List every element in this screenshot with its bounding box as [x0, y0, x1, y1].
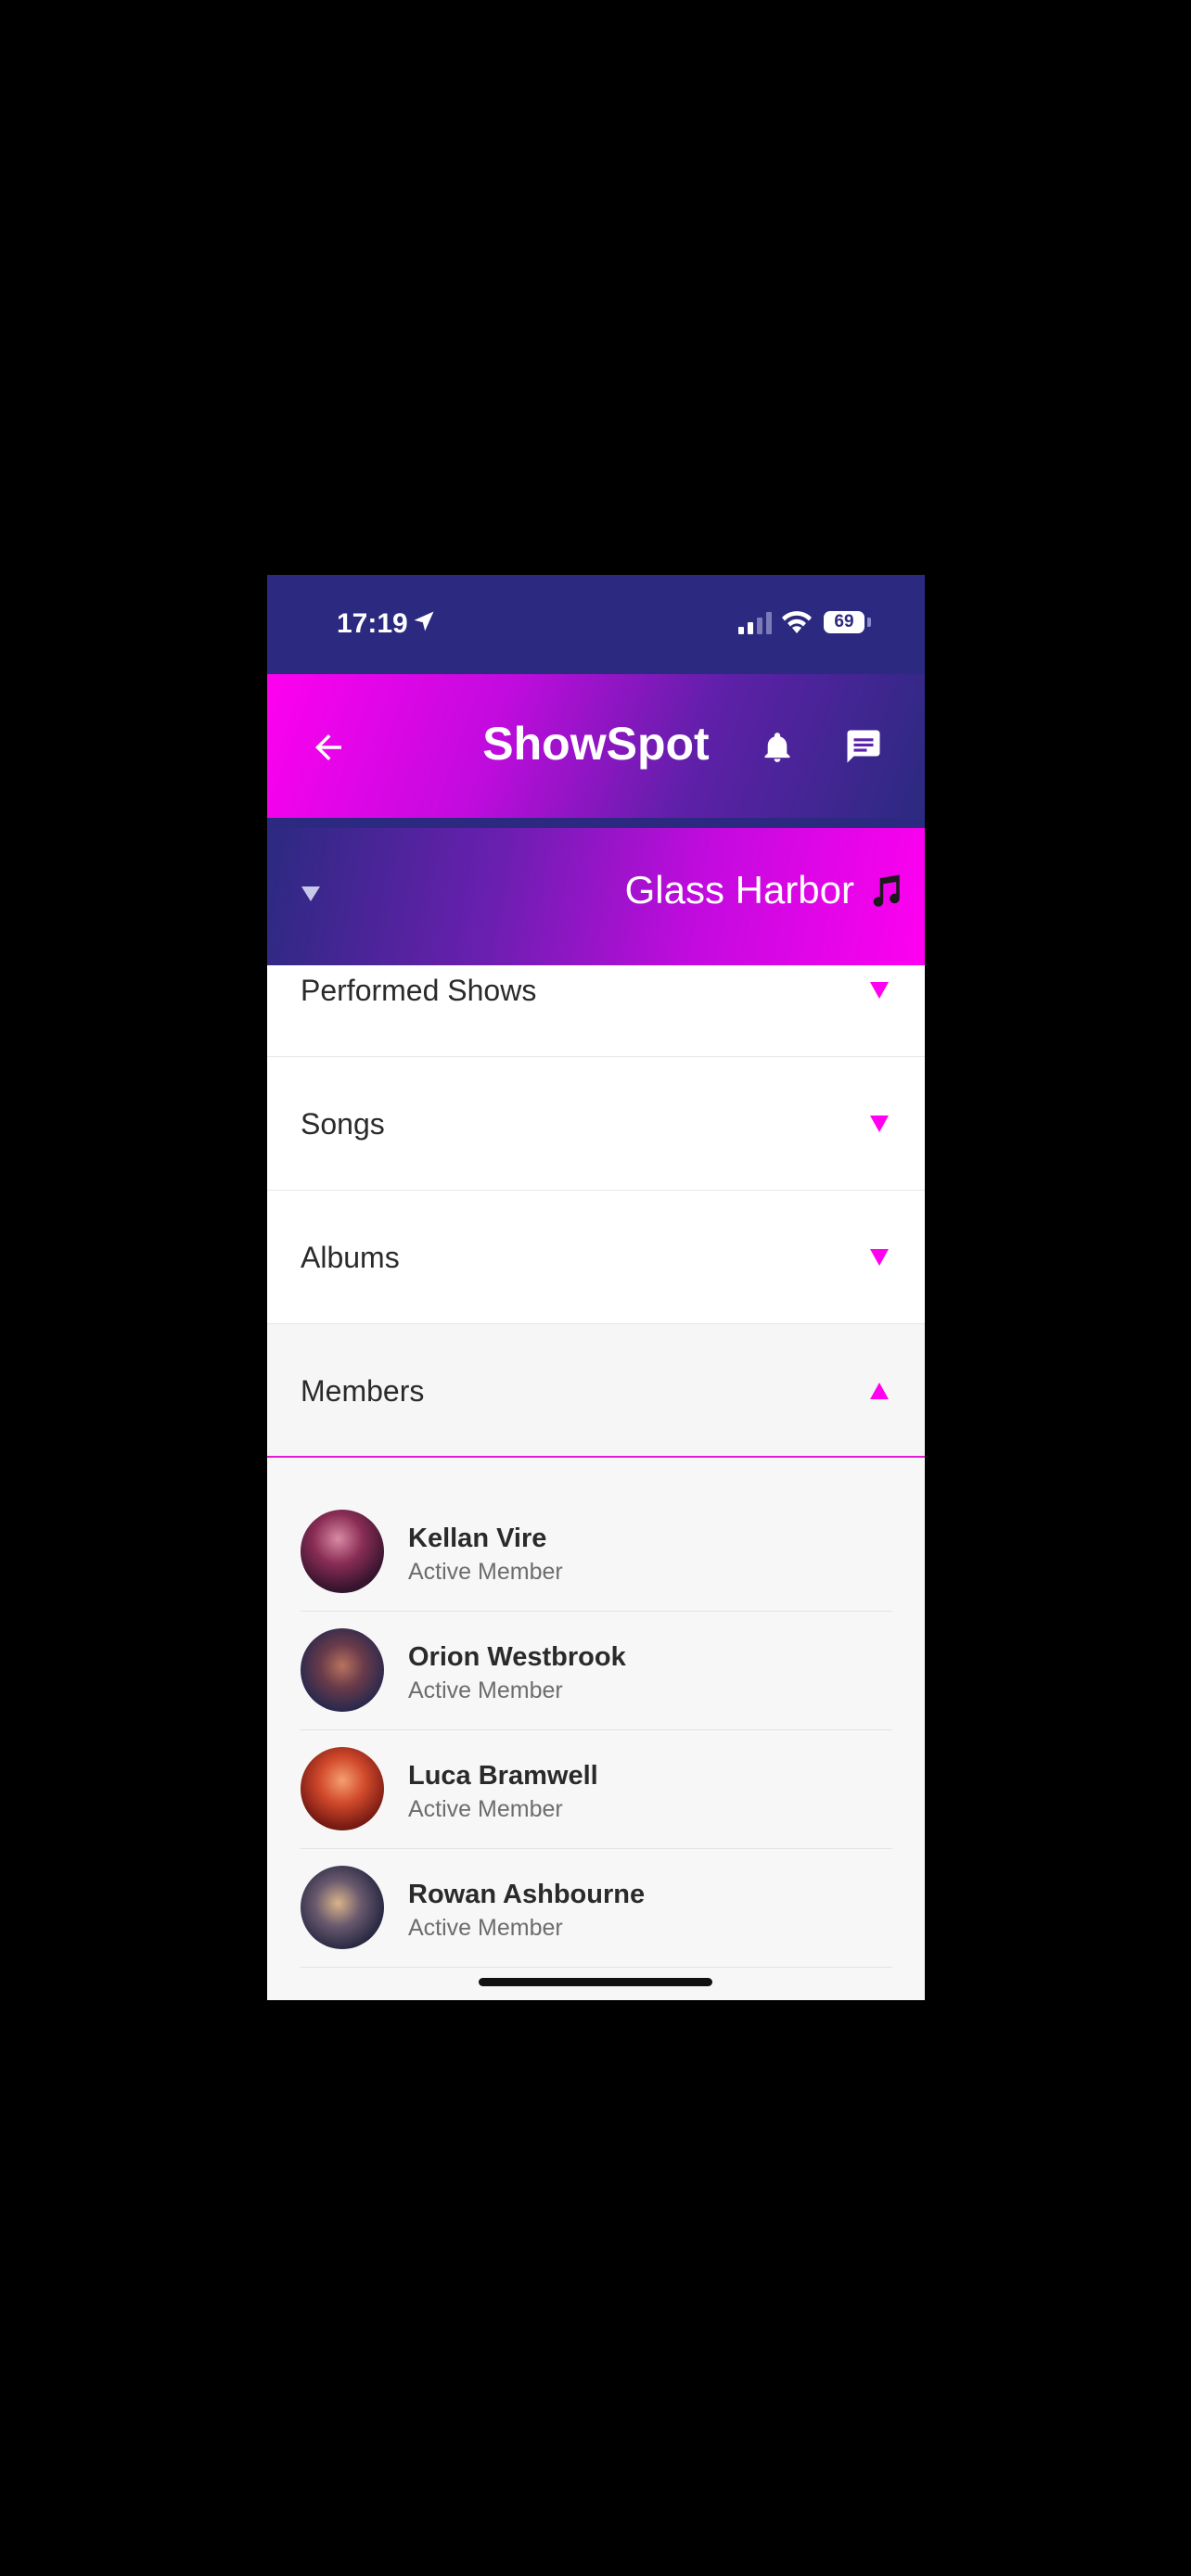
section-albums[interactable]: Albums: [267, 1191, 925, 1324]
section-members[interactable]: Members: [267, 1324, 925, 1458]
section-label: Songs: [301, 1107, 385, 1141]
home-indicator[interactable]: [479, 1978, 712, 1986]
chevron-down-icon[interactable]: [301, 886, 321, 902]
member-item[interactable]: Rowan Ashbourne Active Member: [301, 1848, 892, 1968]
member-name: Rowan Ashbourne: [408, 1880, 646, 1909]
message-icon[interactable]: [844, 727, 883, 766]
member-item[interactable]: Kellan Vire Active Member: [301, 1492, 892, 1612]
section-label: Members: [301, 1374, 425, 1408]
header-divider: [267, 818, 925, 828]
member-role: Active Member: [408, 1559, 563, 1585]
section-label: Performed Shows: [301, 974, 537, 1007]
member-name: Luca Bramwell: [408, 1761, 598, 1791]
status-time: 17:19: [337, 608, 408, 639]
phone-screen: 17:19 69 ShowSpot Glass Harbor Performed…: [267, 575, 925, 2000]
member-item[interactable]: Luca Bramwell Active Member: [301, 1729, 892, 1849]
section-performed-shows[interactable]: Performed Shows: [267, 965, 925, 1057]
avatar: [301, 1510, 384, 1593]
chevron-down-icon: [870, 1116, 889, 1132]
avatar: [301, 1866, 384, 1949]
avatar: [301, 1628, 384, 1712]
app-title: ShowSpot: [482, 718, 710, 770]
app-header: ShowSpot: [267, 674, 925, 818]
wifi-icon: [782, 611, 812, 633]
chevron-up-icon: [870, 1383, 889, 1399]
avatar: [301, 1747, 384, 1830]
battery-nub: [867, 618, 871, 627]
section-songs[interactable]: Songs: [267, 1057, 925, 1191]
notification-bell-icon[interactable]: [760, 728, 795, 767]
chevron-down-icon: [870, 982, 889, 999]
member-item[interactable]: Orion Westbrook Active Member: [301, 1611, 892, 1730]
member-name: Kellan Vire: [408, 1524, 547, 1553]
section-label: Albums: [301, 1241, 400, 1274]
member-role: Active Member: [408, 1677, 563, 1703]
member-role: Active Member: [408, 1796, 563, 1822]
band-banner: Glass Harbor: [267, 828, 925, 965]
music-note-icon: [873, 874, 900, 907]
battery-icon: 69: [824, 611, 864, 633]
location-arrow-icon: [414, 611, 434, 631]
member-role: Active Member: [408, 1915, 563, 1941]
status-bar: 17:19 69: [267, 575, 925, 674]
member-name: Orion Westbrook: [408, 1642, 626, 1672]
chevron-down-icon: [870, 1249, 889, 1266]
cellular-signal-icon: [738, 612, 772, 634]
band-name: Glass Harbor: [624, 868, 854, 912]
